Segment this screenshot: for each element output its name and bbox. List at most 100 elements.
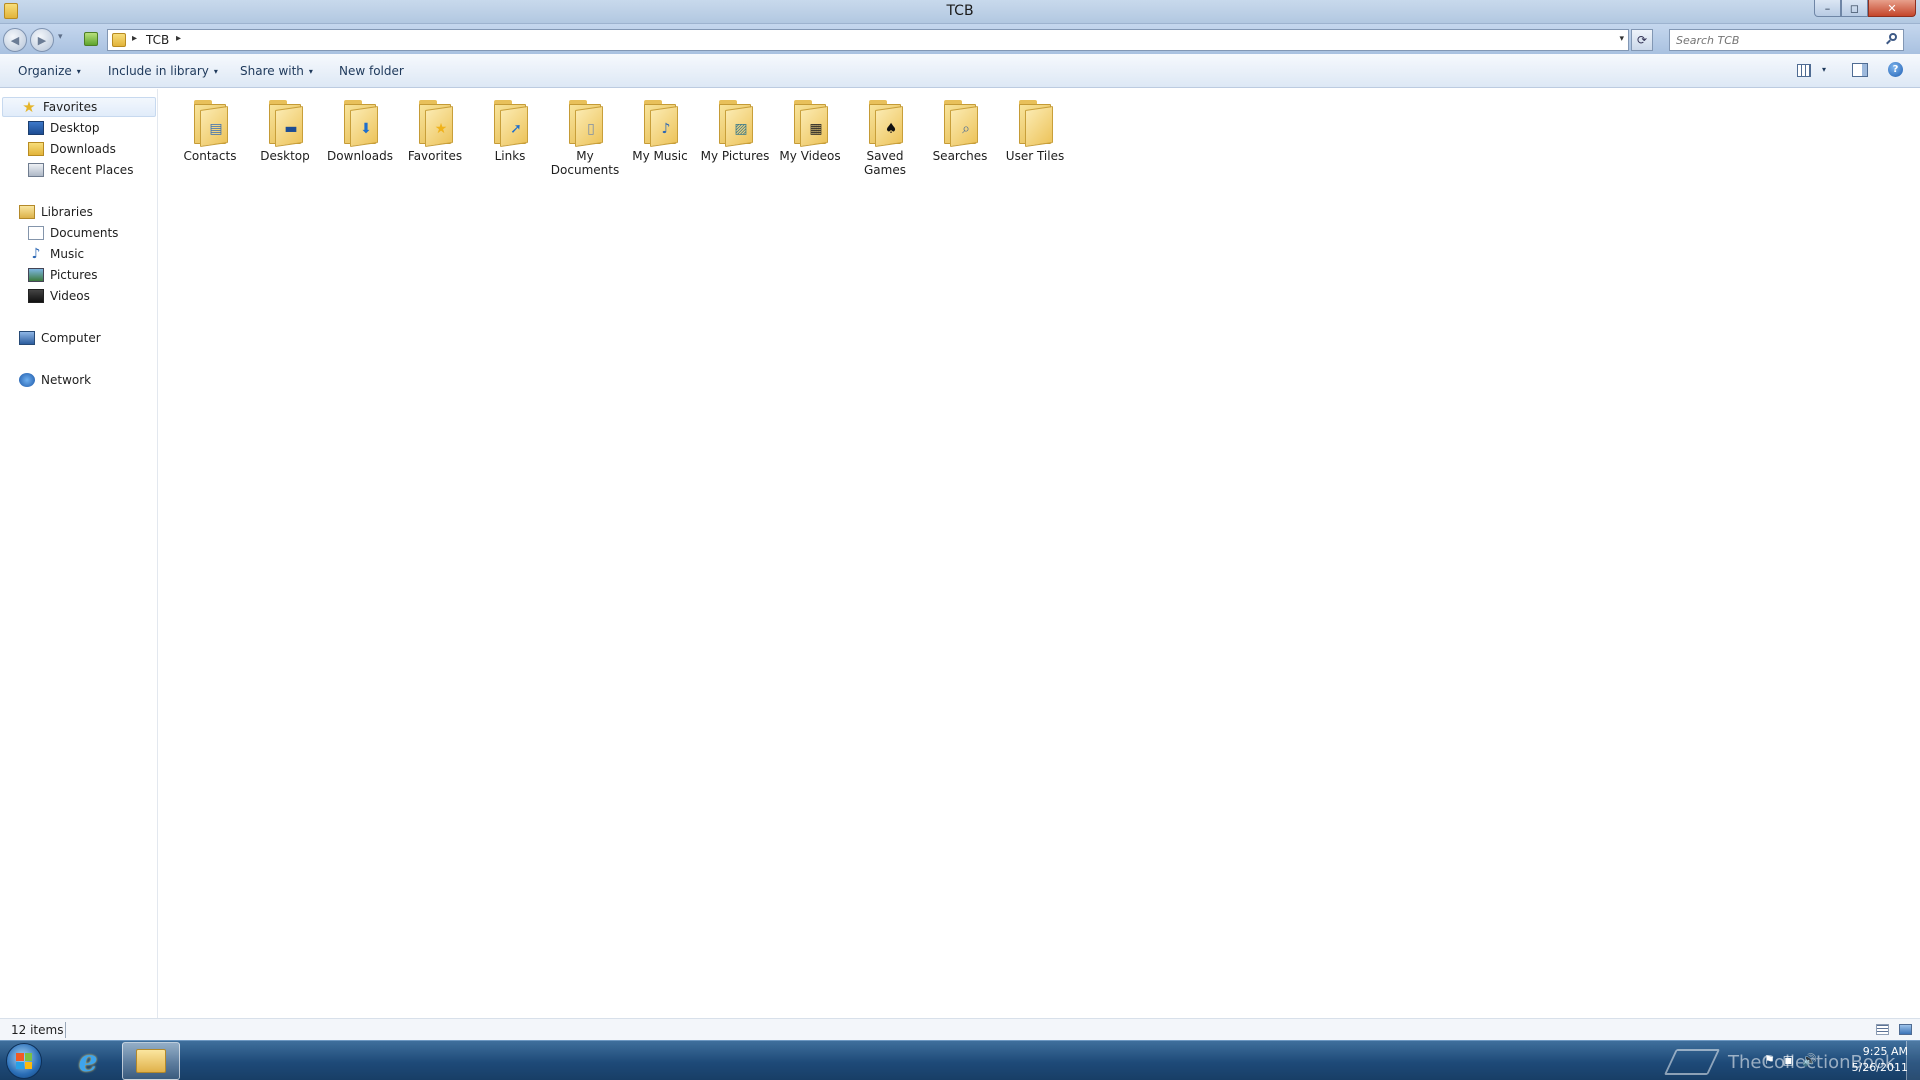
- folder-up-icon[interactable]: [84, 32, 98, 46]
- favorites-folder-icon: ★: [411, 98, 459, 147]
- searches-folder-icon: ⌕: [936, 98, 984, 147]
- organize-label: Organize: [18, 64, 72, 78]
- nav-recent-places-label: Recent Places: [50, 163, 134, 177]
- folder-label: Downloads: [327, 149, 393, 163]
- nav-recent-places[interactable]: Recent Places: [28, 160, 133, 180]
- clock[interactable]: 9:25 AM 5/26/2011: [1836, 1044, 1908, 1076]
- folder-label: Contacts: [183, 149, 237, 163]
- folder-label: Desktop: [260, 149, 310, 163]
- folder-user-tiles[interactable]: User Tiles: [999, 98, 1071, 163]
- folder-favorites[interactable]: ★ Favorites: [399, 98, 471, 163]
- folder-searches[interactable]: ⌕ Searches: [924, 98, 996, 163]
- folder-my-documents[interactable]: ▯ My Documents: [549, 98, 621, 177]
- breadcrumb-separator[interactable]: ▸: [132, 33, 137, 44]
- star-icon: ★: [22, 98, 36, 116]
- navigation-bar: ◀ ▶ ▾ ▸ TCB ▸ ▾ ⟳: [0, 24, 1920, 54]
- desktop-icon: [28, 121, 44, 135]
- nav-libraries[interactable]: Libraries: [19, 202, 93, 222]
- views-chevron-down-icon[interactable]: ▾: [1822, 65, 1826, 74]
- address-dropdown-icon[interactable]: ▾: [1619, 34, 1624, 44]
- internet-explorer-icon: e: [78, 1043, 98, 1079]
- internet-explorer-taskbar-button[interactable]: e: [66, 1043, 110, 1079]
- new-folder-button[interactable]: New folder: [339, 64, 404, 78]
- downloads-folder-icon: ⬇: [336, 98, 384, 147]
- item-count: 12 items: [11, 1023, 64, 1037]
- network-icon: [19, 373, 35, 387]
- contacts-folder-icon: ▤: [186, 98, 234, 147]
- start-button[interactable]: [6, 1043, 42, 1079]
- folder-my-pictures[interactable]: ▨ My Pictures: [699, 98, 771, 163]
- folder-label: My Music: [632, 149, 688, 163]
- nav-music[interactable]: ♪ Music: [28, 244, 85, 264]
- folder-label: Links: [494, 149, 526, 163]
- pictures-icon: [28, 268, 44, 282]
- refresh-button[interactable]: ⟳: [1631, 29, 1653, 51]
- clock-date: 5/26/2011: [1851, 1061, 1908, 1074]
- details-view-icon[interactable]: [1876, 1024, 1889, 1035]
- share-with-label: Share with: [240, 64, 304, 78]
- nav-desktop[interactable]: Desktop: [28, 118, 100, 138]
- nav-favorites[interactable]: ★ Favorites: [2, 97, 156, 117]
- folder-my-music[interactable]: ♪ My Music: [624, 98, 696, 163]
- address-folder-icon: [112, 33, 126, 47]
- share-with-button[interactable]: Share with ▾: [240, 64, 313, 78]
- nav-downloads[interactable]: Downloads: [28, 139, 116, 159]
- windows-explorer-taskbar-button[interactable]: [122, 1042, 180, 1080]
- minimize-button[interactable]: –: [1814, 0, 1841, 17]
- change-view-icon[interactable]: [1797, 64, 1811, 77]
- search-input[interactable]: [1670, 30, 1870, 50]
- nav-libraries-label: Libraries: [41, 205, 93, 219]
- large-icons-view-icon[interactable]: [1899, 1024, 1912, 1035]
- nav-documents-label: Documents: [50, 226, 119, 240]
- organize-button[interactable]: Organize ▾: [18, 64, 81, 78]
- nav-computer[interactable]: Computer: [19, 328, 101, 348]
- folder-my-videos[interactable]: ▦ My Videos: [774, 98, 846, 163]
- include-in-library-button[interactable]: Include in library ▾: [108, 64, 218, 78]
- nav-network[interactable]: Network: [19, 370, 91, 390]
- maximize-button[interactable]: ◻: [1841, 0, 1868, 17]
- network-tray-icon[interactable]: ▣: [1783, 1053, 1794, 1067]
- search-icon[interactable]: [1886, 33, 1898, 45]
- folder-label: User Tiles: [1005, 149, 1065, 163]
- folder-saved-games[interactable]: ♠ Saved Games: [849, 98, 921, 177]
- folder-label: My Documents: [550, 149, 620, 177]
- file-list[interactable]: ▤ Contacts ▬ Desktop ⬇ Downloads ★ Favor…: [159, 89, 1920, 1018]
- chevron-down-icon: ▾: [76, 67, 81, 76]
- pictures-folder-icon: ▨: [711, 98, 759, 147]
- folder-downloads[interactable]: ⬇ Downloads: [324, 98, 396, 163]
- volume-icon[interactable]: 🔊: [1802, 1053, 1817, 1067]
- user-tiles-folder-icon: [1011, 98, 1059, 147]
- folder-label: Favorites: [407, 149, 463, 163]
- chevron-down-icon: ▾: [213, 67, 218, 76]
- status-bar: 12 items: [0, 1018, 1920, 1040]
- preview-pane-icon[interactable]: [1852, 63, 1868, 77]
- back-button[interactable]: ◀: [3, 28, 27, 52]
- nav-pictures[interactable]: Pictures: [28, 265, 98, 285]
- search-box[interactable]: [1669, 29, 1904, 51]
- forward-button[interactable]: ▶: [30, 28, 54, 52]
- breadcrumb-separator[interactable]: ▸: [176, 33, 181, 44]
- show-desktop-button[interactable]: [1906, 1041, 1920, 1080]
- folder-contacts[interactable]: ▤ Contacts: [174, 98, 246, 163]
- status-divider: [65, 1022, 66, 1038]
- include-in-library-label: Include in library: [108, 64, 209, 78]
- chevron-down-icon: ▾: [308, 67, 313, 76]
- nav-favorites-label: Favorites: [43, 100, 98, 114]
- document-icon: [28, 226, 44, 240]
- nav-computer-label: Computer: [41, 331, 101, 345]
- videos-icon: [28, 289, 44, 303]
- nav-network-label: Network: [41, 373, 92, 387]
- nav-videos[interactable]: Videos: [28, 286, 90, 306]
- flag-icon[interactable]: ⚑: [1764, 1053, 1775, 1067]
- recent-pages-dropdown[interactable]: ▾: [58, 32, 63, 42]
- help-icon[interactable]: ?: [1888, 62, 1903, 77]
- breadcrumb-tcb[interactable]: TCB: [146, 33, 169, 47]
- music-icon: ♪: [31, 246, 41, 262]
- address-bar[interactable]: ▸ TCB ▸ ▾: [107, 29, 1629, 51]
- folder-desktop[interactable]: ▬ Desktop: [249, 98, 321, 163]
- nav-documents[interactable]: Documents: [28, 223, 118, 243]
- title-bar[interactable]: TCB – ◻ ✕: [0, 0, 1920, 24]
- folder-links[interactable]: ➚ Links: [474, 98, 546, 163]
- close-button[interactable]: ✕: [1868, 0, 1916, 17]
- computer-icon: [19, 331, 35, 345]
